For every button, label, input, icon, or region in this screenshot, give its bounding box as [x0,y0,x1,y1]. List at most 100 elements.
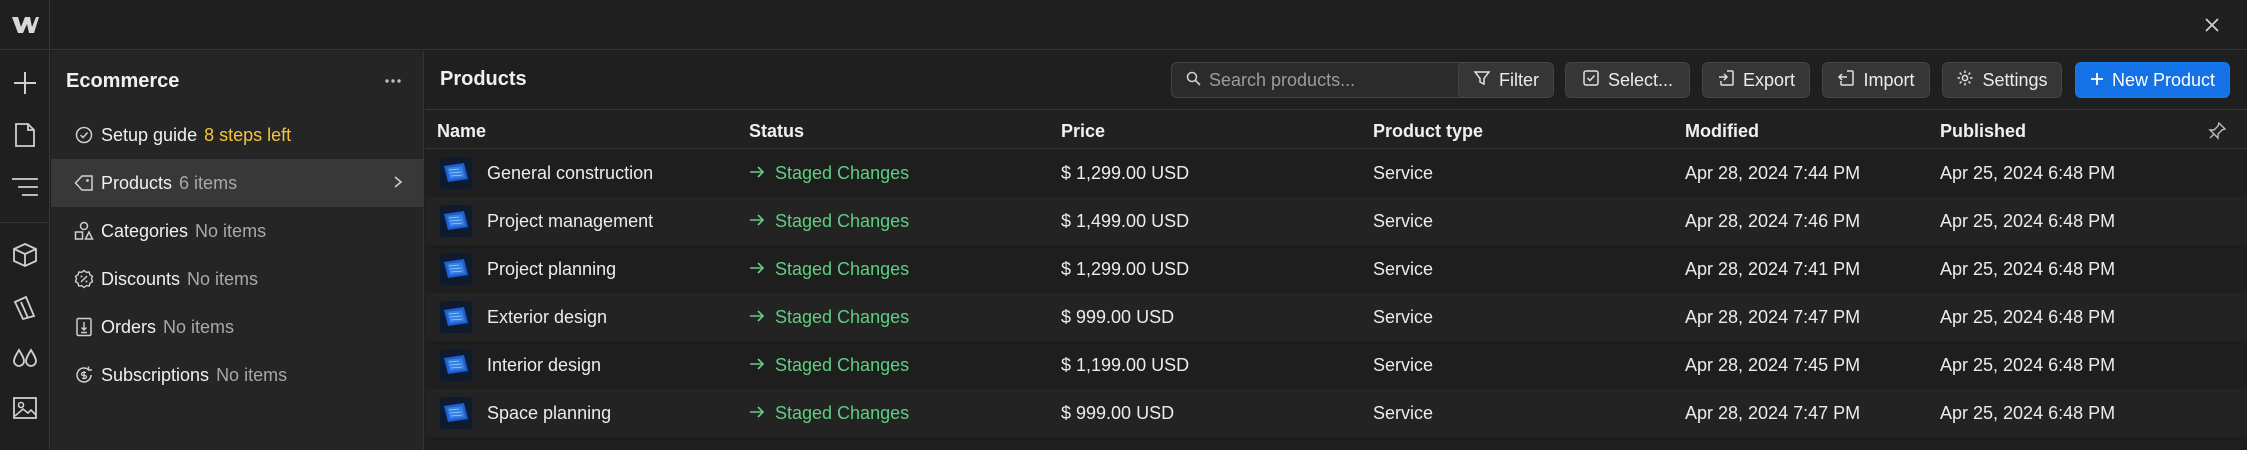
sidebar-item-discounts[interactable]: Discounts No items [51,255,423,303]
cms-icon[interactable] [0,285,50,329]
tag-icon [73,172,95,194]
sidebar-item-setup-guide[interactable]: Setup guide 8 steps left [51,111,423,159]
select-label: Select... [1607,69,1674,90]
orders-icon [73,316,95,338]
plus-icon [2090,70,2104,91]
navigator-icon[interactable] [0,165,50,209]
arrow-right-icon [749,163,765,184]
left-rail [0,50,50,450]
sidebar-item-subscriptions[interactable]: Subscriptions No items [51,351,423,399]
product-thumbnail [440,301,472,333]
sidebar-item-count: No items [187,268,259,289]
pin-icon[interactable] [2207,121,2227,141]
sidebar-item-products[interactable]: Products 6 items [51,159,423,207]
column-header-published[interactable]: Published [1940,121,2026,142]
drops-icon[interactable] [0,335,50,379]
subscription-icon [73,364,95,386]
status-text: Staged Changes [775,259,910,279]
column-header-name[interactable]: Name [437,121,486,142]
status-badge: Staged Changes [749,355,909,376]
close-icon[interactable] [2199,12,2225,38]
search-box[interactable] [1171,62,1471,98]
table-row[interactable]: Project planning Staged Changes $ 1,299.00… [425,245,2247,293]
sidebar-item-label: Setup guide [101,124,198,145]
table-row[interactable]: Exterior design Staged Changes $ 999.00 US… [425,293,2247,341]
webflow-logo-icon[interactable] [0,0,50,50]
arrow-right-icon [749,307,765,328]
select-button[interactable]: Select... [1565,62,1690,98]
status-badge: Staged Changes [749,307,909,328]
product-thumbnail [440,397,472,429]
check-circle-icon [73,124,95,146]
modified-date: Apr 28, 2024 7:44 PM [1685,163,1861,183]
new-product-button[interactable]: New Product [2075,62,2230,98]
product-thumbnail [440,349,472,381]
products-header: Products Filter Select... Export [425,51,2247,110]
arrow-right-icon [749,355,765,376]
import-button[interactable]: Import [1822,62,1930,98]
page-title: Products [440,68,527,90]
product-name[interactable]: General construction [487,163,653,184]
cube-icon[interactable] [0,233,50,277]
checkbox-icon [1582,69,1600,92]
table-row[interactable]: General construction Staged Changes $ 1,29… [425,149,2247,197]
settings-button[interactable]: Settings [1942,62,2062,98]
export-button[interactable]: Export [1702,62,1810,98]
plus-icon[interactable] [0,61,50,105]
product-name[interactable]: Project planning [487,259,616,280]
assets-icon[interactable] [0,386,50,430]
status-badge: Staged Changes [749,211,909,232]
product-thumbnail [440,253,472,285]
product-name[interactable]: Interior design [487,355,601,376]
sidebar-header: Ecommerce [51,51,423,111]
sidebar-item-count: 6 items [179,172,238,193]
status-text: Staged Changes [775,211,910,231]
status-badge: Staged Changes [749,403,909,424]
filter-icon [1473,69,1491,92]
sidebar-item-label: Orders [101,316,157,337]
page-icon[interactable] [0,113,50,157]
new-product-label: New Product [2111,69,2216,90]
search-icon [1186,70,1201,91]
table-row[interactable]: Project management Staged Changes $ 1,499.… [425,197,2247,245]
search-input[interactable] [1209,69,1449,91]
sidebar-item-label: Discounts [101,268,181,289]
sidebar-item-categories[interactable]: Categories No items [51,207,423,255]
product-price: $ 1,199.00 USD [1061,355,1190,375]
product-name[interactable]: Project management [487,211,653,232]
product-price: $ 999.00 USD [1061,403,1175,423]
table-row[interactable]: Interior design Staged Changes $ 1,199.00 … [425,341,2247,389]
more-horizontal-icon[interactable] [378,66,408,96]
product-name[interactable]: Space planning [487,403,611,424]
product-type: Service [1373,403,1434,423]
filter-button[interactable]: Filter [1458,62,1554,98]
export-icon [1717,69,1735,92]
arrow-right-icon [749,211,765,232]
product-price: $ 999.00 USD [1061,307,1175,327]
modified-date: Apr 28, 2024 7:46 PM [1685,211,1861,231]
column-header-product-type[interactable]: Product type [1373,121,1483,142]
sidebar-item-label: Products [101,172,173,193]
chevron-right-icon [393,173,403,194]
product-type: Service [1373,307,1434,327]
sidebar-item-orders[interactable]: Orders No items [51,303,423,351]
product-name[interactable]: Exterior design [487,307,607,328]
sidebar-title: Ecommerce [66,69,180,92]
settings-label: Settings [1982,69,2048,90]
published-date: Apr 25, 2024 6:48 PM [1940,355,2116,375]
ecommerce-sidebar: Ecommerce Setup guide 8 steps left Produ… [51,51,424,450]
published-date: Apr 25, 2024 6:48 PM [1940,259,2116,279]
published-date: Apr 25, 2024 6:48 PM [1940,403,2116,423]
discount-icon [73,268,95,290]
status-text: Staged Changes [775,307,910,327]
column-header-modified[interactable]: Modified [1685,121,1759,142]
table-row[interactable]: Space planning Staged Changes $ 999.00 USD… [425,389,2247,437]
column-header-price[interactable]: Price [1061,121,1105,142]
status-badge: Staged Changes [749,259,909,280]
sidebar-item-label: Subscriptions [101,364,210,385]
export-label: Export [1742,69,1796,90]
shapes-icon [73,220,95,242]
sidebar-item-label: Categories [101,220,189,241]
products-panel: Products Filter Select... Export [425,51,2247,450]
column-header-status[interactable]: Status [749,121,804,142]
